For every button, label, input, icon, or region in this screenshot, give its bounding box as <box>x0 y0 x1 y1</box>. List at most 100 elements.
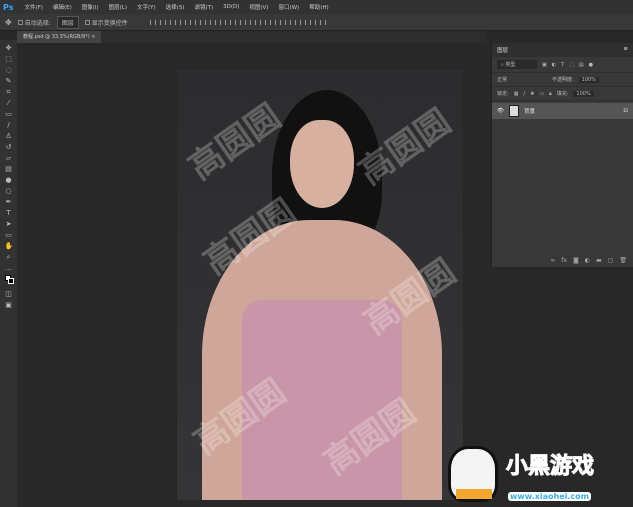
blend-mode-dropdown[interactable]: 正常 <box>497 76 547 83</box>
gradient-tool-icon[interactable]: ▤ <box>5 165 13 173</box>
menu-image[interactable]: 图像(I) <box>77 3 104 11</box>
fill-input[interactable]: 100% <box>573 90 594 97</box>
layers-panel-title[interactable]: 图层 <box>497 48 508 54</box>
distribute-icon[interactable] <box>229 19 236 25</box>
quick-select-tool-icon[interactable]: ✎ <box>5 77 13 85</box>
filter-pixel-icon[interactable]: ▣ <box>542 62 547 68</box>
crop-tool-icon[interactable]: ⌗ <box>5 88 13 96</box>
layers-panel-header: 图层 ≡ <box>492 43 633 57</box>
document-tabs: 教程.psd @ 33.3%(RGB/8*) × <box>17 31 487 43</box>
lock-artboard-icon[interactable]: ▭ <box>539 91 544 97</box>
distribute-icon[interactable] <box>239 19 246 25</box>
adjustment-layer-icon[interactable]: ◐ <box>585 257 590 264</box>
more-tools-icon[interactable]: … <box>5 264 13 272</box>
distribute-icon[interactable] <box>209 19 216 25</box>
marquee-tool-icon[interactable]: ⬚ <box>5 55 13 63</box>
lock-transparent-icon[interactable]: ▦ <box>514 91 519 97</box>
align-icon[interactable] <box>179 19 186 25</box>
dodge-tool-icon[interactable]: ○ <box>5 187 13 195</box>
layer-thumbnail <box>508 105 519 117</box>
menu-window[interactable]: 窗口(W) <box>273 3 304 11</box>
lock-all-icon[interactable]: 🔒︎ <box>549 91 552 97</box>
distribute-icon[interactable] <box>259 19 266 25</box>
3d-mode-icon[interactable] <box>299 19 306 25</box>
add-mask-icon[interactable]: ◙ <box>573 257 579 264</box>
visibility-eye-icon[interactable]: 👁︎ <box>497 108 504 114</box>
3d-mode-icon[interactable] <box>289 19 296 25</box>
show-transform-checkbox[interactable]: 显示变换控件 <box>84 18 128 27</box>
link-layers-icon[interactable]: ∞ <box>550 257 555 264</box>
filter-kind-value: 类型 <box>505 62 516 68</box>
layer-row[interactable]: 👁︎ 背景 ⊡ <box>492 103 633 119</box>
hand-tool-icon[interactable]: ✋ <box>5 242 14 250</box>
document-canvas[interactable]: 高圆圆 高圆圆 高圆圆 高圆圆 高圆圆 高圆圆 <box>177 70 463 500</box>
auto-select-checkbox[interactable]: 自动选择: <box>17 18 51 27</box>
shape-tool-icon[interactable]: ▭ <box>5 231 13 239</box>
new-layer-icon[interactable]: ▢ <box>608 257 614 264</box>
3d-mode-icon[interactable] <box>319 19 326 25</box>
menu-help[interactable]: 帮助(H) <box>304 3 333 11</box>
delete-layer-icon[interactable]: 🗑︎ <box>619 257 627 264</box>
opacity-label: 不透明度: <box>552 77 574 83</box>
pen-tool-icon[interactable]: ✒ <box>5 198 13 206</box>
photoshop-logo: Ps <box>3 2 14 12</box>
move-tool-icon[interactable]: ✥ <box>5 44 13 52</box>
path-select-icon[interactable]: ➤ <box>5 220 13 228</box>
auto-select-dropdown[interactable]: 图层 <box>56 15 79 29</box>
menu-3d[interactable]: 3D(D) <box>218 4 244 10</box>
filter-adjust-icon[interactable]: ◐ <box>552 62 556 68</box>
stamp-tool-icon[interactable]: ♙ <box>5 132 13 140</box>
lock-position-icon[interactable]: ✥ <box>530 91 534 97</box>
menu-edit[interactable]: 编辑(E) <box>48 3 77 11</box>
distribute-icon[interactable] <box>249 19 256 25</box>
filter-kind-dropdown[interactable]: ⌕ 类型 <box>497 60 537 69</box>
menu-type[interactable]: 文字(Y) <box>132 3 161 11</box>
quick-mask-icon[interactable]: ◫ <box>5 290 13 298</box>
color-swatches-icon[interactable] <box>4 275 14 284</box>
opacity-input[interactable]: 100% <box>578 76 599 83</box>
options-bar: ✥ 自动选择: 图层 显示变换控件 <box>0 14 633 31</box>
layer-lock-icon: ⊡ <box>623 108 628 114</box>
menu-file[interactable]: 文件(F) <box>19 3 47 11</box>
eyedropper-tool-icon[interactable]: ⁄ <box>5 99 13 107</box>
distribute-icon[interactable] <box>269 19 276 25</box>
close-tab-icon[interactable]: × <box>91 34 95 40</box>
menu-select[interactable]: 选择(S) <box>161 3 190 11</box>
filter-smart-icon[interactable]: ▤ <box>579 62 584 68</box>
blur-tool-icon[interactable]: ● <box>5 176 13 184</box>
photo-face <box>290 120 354 208</box>
new-group-icon[interactable]: ▬ <box>596 257 602 264</box>
lock-row: 锁定: ▦ / ✥ ▭ 🔒︎ 填充: 100% <box>492 87 633 101</box>
eraser-tool-icon[interactable]: ▱ <box>5 154 13 162</box>
document-tab[interactable]: 教程.psd @ 33.3%(RGB/8*) × <box>17 31 102 43</box>
healing-tool-icon[interactable]: ▭ <box>5 110 13 118</box>
align-icon[interactable] <box>199 19 206 25</box>
3d-mode-icon[interactable] <box>279 19 286 25</box>
distribute-icon[interactable] <box>219 19 226 25</box>
align-icon[interactable] <box>159 19 166 25</box>
move-tool-icon[interactable]: ✥ <box>5 18 12 27</box>
zoom-tool-icon[interactable]: ⌕ <box>5 253 13 261</box>
filter-toggle-icon[interactable]: ● <box>589 62 593 68</box>
site-logo-name: 小黑游戏 <box>505 454 595 480</box>
brush-tool-icon[interactable]: / <box>5 121 13 129</box>
menu-layer[interactable]: 图层(L) <box>104 3 132 11</box>
menu-bar: Ps 文件(F) 编辑(E) 图像(I) 图层(L) 文字(Y) 选择(S) 滤… <box>0 0 633 14</box>
3d-mode-icon[interactable] <box>309 19 316 25</box>
menu-filter[interactable]: 滤镜(T) <box>189 3 218 11</box>
history-brush-icon[interactable]: ↺ <box>5 143 13 151</box>
layer-style-icon[interactable]: fx <box>561 257 567 264</box>
lock-paint-icon[interactable]: / <box>523 91 525 97</box>
lasso-tool-icon[interactable]: ◌ <box>5 66 13 74</box>
menu-view[interactable]: 视图(V) <box>244 3 273 11</box>
align-icon[interactable] <box>149 19 156 25</box>
site-logo-url: www.xiaohei.com <box>508 492 591 501</box>
type-tool-icon[interactable]: T <box>5 209 13 217</box>
panel-menu-icon[interactable]: ≡ <box>623 46 628 52</box>
align-icon[interactable] <box>169 19 176 25</box>
align-icon[interactable] <box>189 19 196 25</box>
site-logo: 小黑游戏 www.xiaohei.com <box>440 440 633 507</box>
filter-type-icon[interactable]: T <box>561 62 564 68</box>
screen-mode-icon[interactable]: ▣ <box>5 301 13 309</box>
filter-shape-icon[interactable]: ⬚ <box>569 62 574 68</box>
